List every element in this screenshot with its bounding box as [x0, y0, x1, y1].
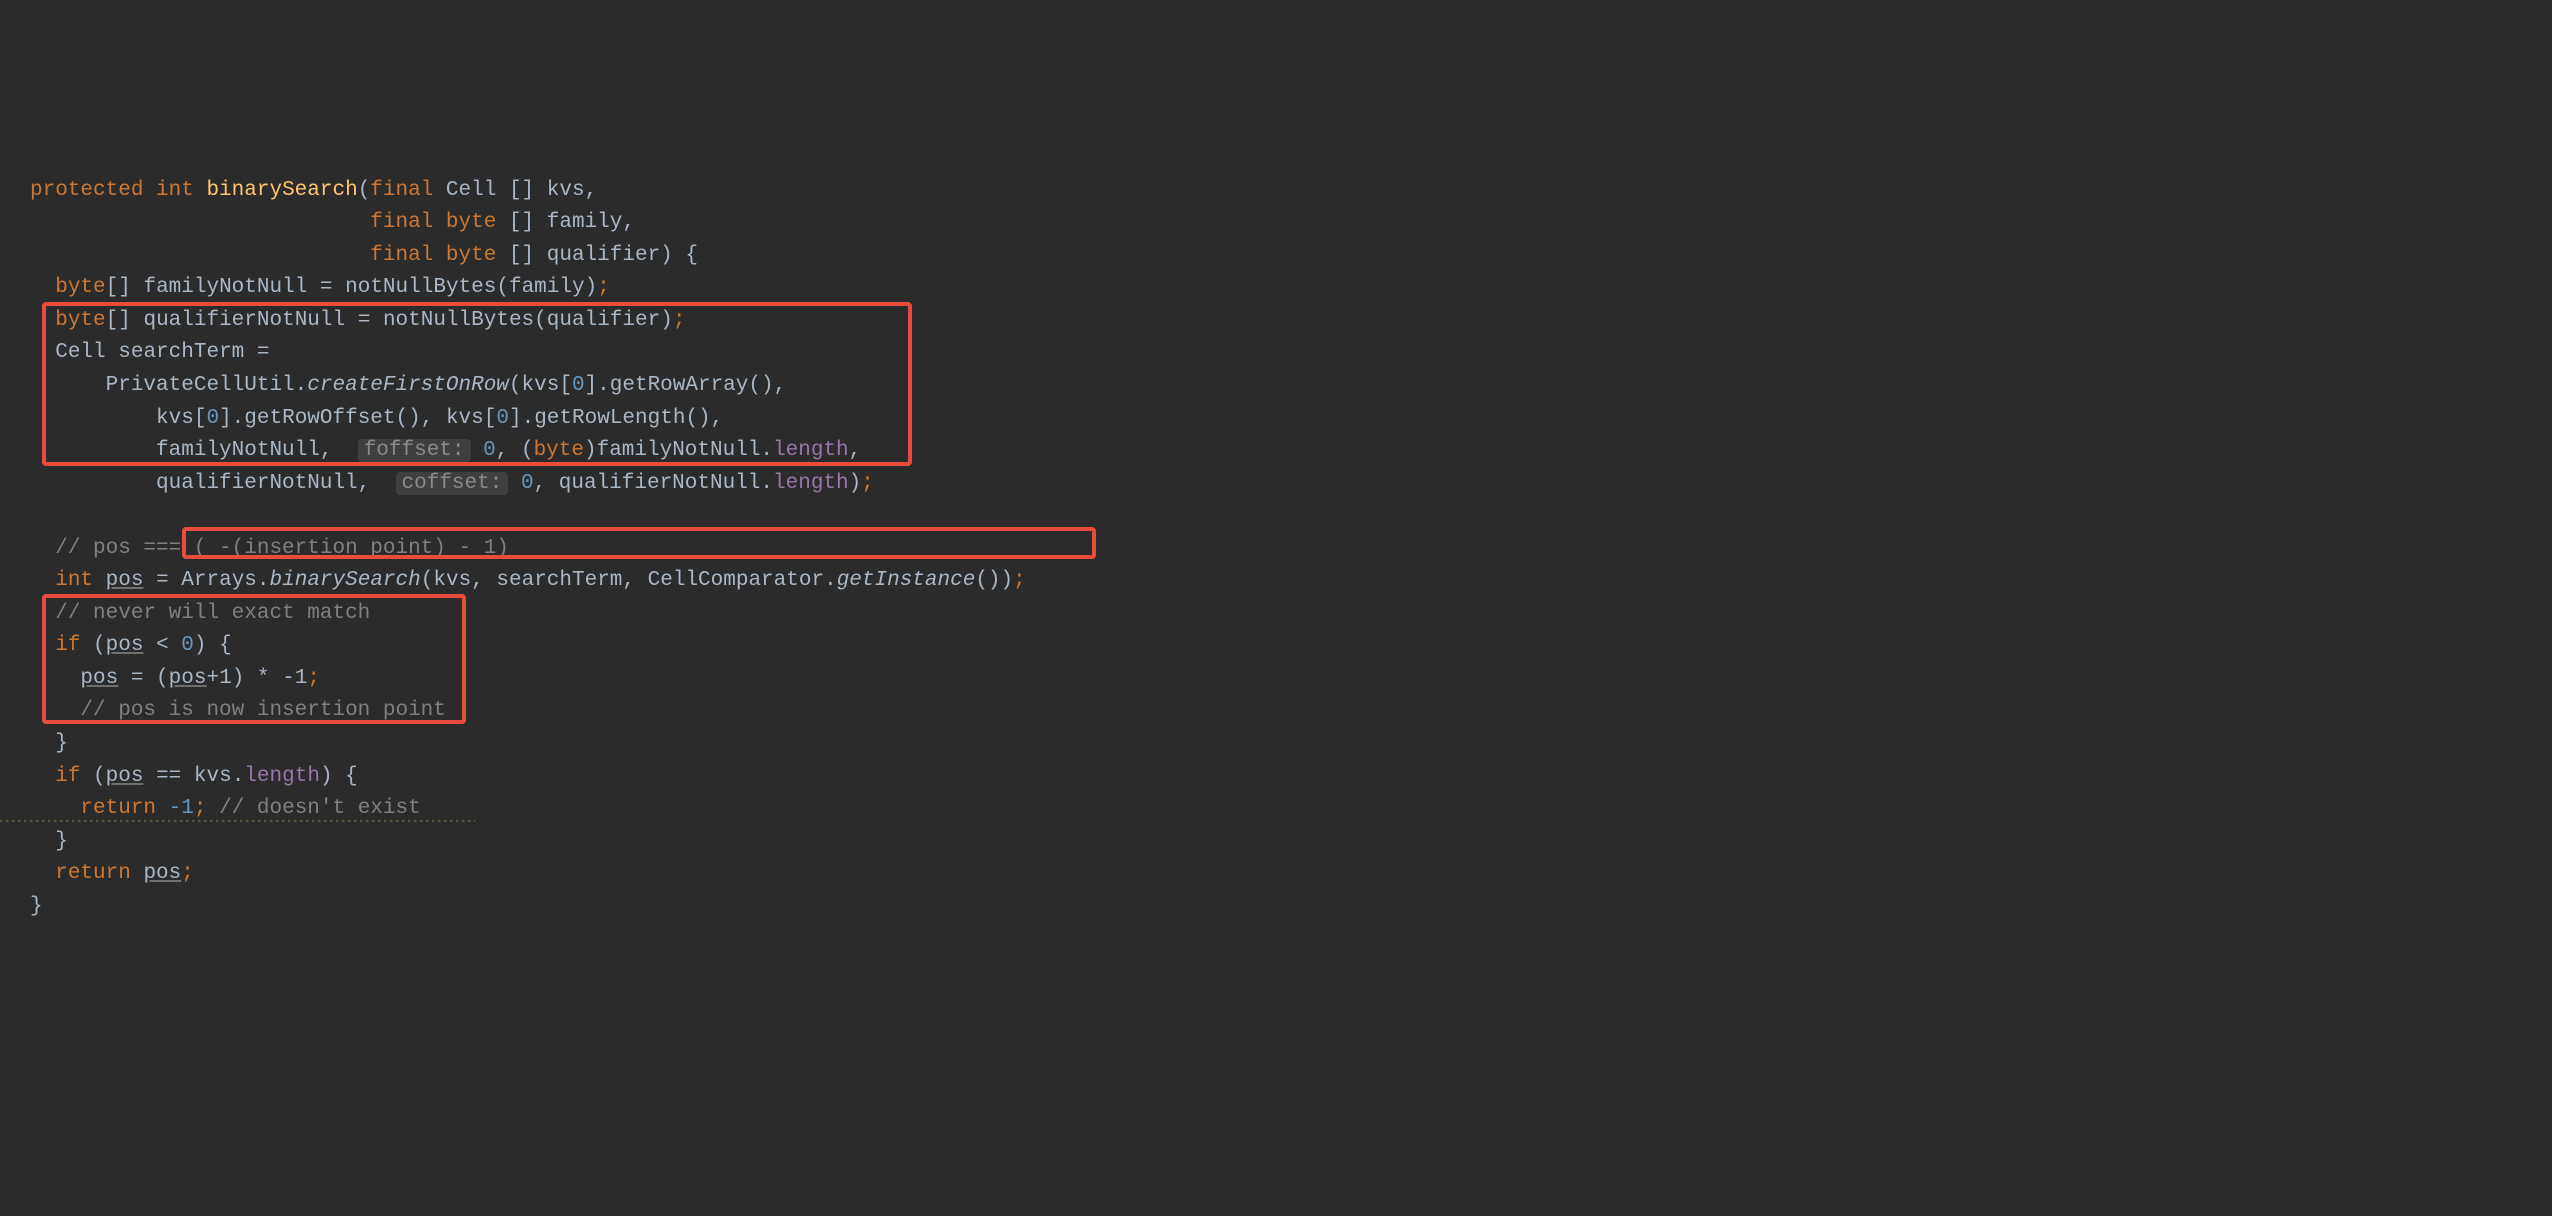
code-line-13: // never will exact match: [30, 602, 370, 625]
call-getRowLength: getRowLength: [534, 407, 685, 430]
call-getRowArray: getRowArray: [610, 374, 749, 397]
code-line-19: return -1; // doesn't exist: [30, 797, 421, 820]
code-line-21: return pos;: [30, 862, 194, 885]
keyword-final: final: [370, 244, 433, 267]
call-binarySearch: binarySearch: [270, 569, 421, 592]
code-line-20: }: [30, 830, 68, 853]
param-qualifier: qualifier: [547, 244, 660, 267]
param-kvs: kvs: [547, 179, 585, 202]
var-searchTerm: searchTerm: [118, 341, 244, 364]
keyword-final: final: [370, 179, 433, 202]
code-line-7: PrivateCellUtil.createFirstOnRow(kvs[0].…: [30, 374, 786, 397]
code-line-5: byte[] qualifierNotNull = notNullBytes(q…: [30, 309, 685, 332]
var-qualifierNotNull: qualifierNotNull: [143, 309, 345, 332]
comment-pos-insertion: // pos === ( -(insertion point) - 1): [55, 537, 509, 560]
keyword-final: final: [370, 211, 433, 234]
keyword-byte: byte: [446, 244, 496, 267]
code-line-12: int pos = Arrays.binarySearch(kvs, searc…: [30, 569, 1026, 592]
method-declaration: binarySearch: [206, 179, 357, 202]
code-line-8: kvs[0].getRowOffset(), kvs[0].getRowLeng…: [30, 407, 723, 430]
code-editor: protected int binarySearch(final Cell []…: [0, 142, 2552, 1053]
member-length: length: [773, 439, 849, 462]
empty-line: [30, 504, 43, 527]
type-cell: Cell: [446, 179, 496, 202]
call-createFirstOnRow: createFirstOnRow: [307, 374, 509, 397]
class-PrivateCellUtil: PrivateCellUtil: [106, 374, 295, 397]
call-getInstance: getInstance: [837, 569, 976, 592]
code-line-15: pos = (pos+1) * -1;: [30, 667, 320, 690]
comment-pos-now: // pos is now insertion point: [80, 699, 445, 722]
code-line-9: familyNotNull, foffset: 0, (byte)familyN…: [30, 439, 861, 462]
param-hint-foffset: foffset:: [358, 439, 471, 462]
code-line-3: final byte [] qualifier) {: [30, 244, 698, 267]
code-line-22: }: [30, 895, 43, 918]
class-CellComparator: CellComparator: [648, 569, 824, 592]
code-line-1: protected int binarySearch(final Cell []…: [30, 179, 597, 202]
class-Arrays: Arrays: [181, 569, 257, 592]
literal-neg1: -1: [169, 797, 194, 820]
code-line-10: qualifierNotNull, coffset: 0, qualifierN…: [30, 472, 874, 495]
code-line-6: Cell searchTerm =: [30, 341, 270, 364]
param-family: family: [547, 211, 623, 234]
var-pos: pos: [106, 569, 144, 592]
keyword-protected: protected: [30, 179, 143, 202]
paren: (: [358, 179, 371, 202]
code-line-2: final byte [] family,: [30, 211, 635, 234]
keyword-byte: byte: [446, 211, 496, 234]
comment-never-exact: // never will exact match: [55, 602, 370, 625]
call-notNullBytes: notNullBytes: [345, 276, 496, 299]
code-line-18: if (pos == kvs.length) {: [30, 765, 358, 788]
code-line-11: // pos === ( -(insertion point) - 1): [30, 537, 509, 560]
code-line-4: byte[] familyNotNull = notNullBytes(fami…: [30, 276, 610, 299]
code-line-16: // pos is now insertion point: [30, 699, 446, 722]
type-cell: Cell: [55, 341, 105, 364]
keyword-byte: byte: [55, 309, 105, 332]
comment-doesnt-exist: // doesn't exist: [219, 797, 421, 820]
call-getRowOffset: getRowOffset: [244, 407, 395, 430]
brackets: []: [509, 179, 534, 202]
keyword-byte: byte: [55, 276, 105, 299]
code-line-17: }: [30, 732, 68, 755]
keyword-int: int: [156, 179, 194, 202]
param-hint-coffset: coffset:: [396, 472, 509, 495]
var-familyNotNull: familyNotNull: [143, 276, 307, 299]
code-line-14: if (pos < 0) {: [30, 634, 232, 657]
expr-plus1: +1) * -1: [206, 667, 307, 690]
